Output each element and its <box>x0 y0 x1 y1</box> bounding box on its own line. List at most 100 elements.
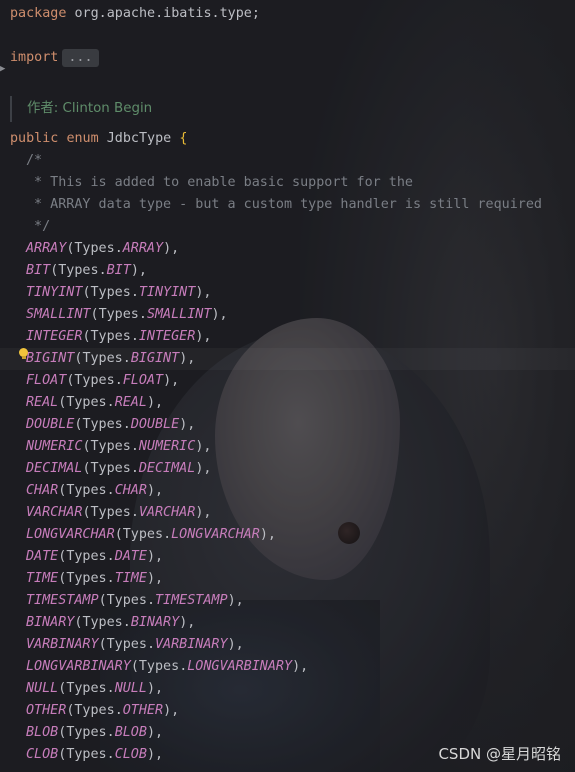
enum-constant-smallint[interactable]: SMALLINT(Types.SMALLINT), <box>26 304 228 326</box>
dot: . <box>106 549 115 564</box>
enum-constant-bit[interactable]: BIT(Types.BIT), <box>26 260 147 282</box>
constant-name: DATE <box>26 549 59 564</box>
types-class-ref: Types <box>66 549 107 564</box>
enum-constant-other[interactable]: OTHER(Types.OTHER), <box>26 700 179 722</box>
types-field-ref: VARBINARY <box>155 637 228 652</box>
enum-constant-tinyint[interactable]: TINYINT(Types.TINYINT), <box>26 282 211 304</box>
types-class-ref: Types <box>98 307 139 322</box>
open-paren: ( <box>98 593 107 608</box>
import-fold-placeholder[interactable]: ... <box>62 49 99 67</box>
types-field-ref: BIT <box>106 263 131 278</box>
enum-name: JdbcType <box>106 131 172 146</box>
open-paren: ( <box>90 307 99 322</box>
enum-constant-char[interactable]: CHAR(Types.CHAR), <box>26 480 163 502</box>
types-field-ref: NULL <box>114 681 147 696</box>
open-paren: ( <box>130 659 139 674</box>
types-class-ref: Types <box>106 637 147 652</box>
constant-name: BLOB <box>26 725 59 740</box>
enum-declaration-line[interactable]: public enum JdbcType { <box>10 128 187 150</box>
constant-name: LONGVARCHAR <box>26 527 115 542</box>
types-class-ref: Types <box>82 615 123 630</box>
enum-constant-longvarbinary[interactable]: LONGVARBINARY(Types.LONGVARBINARY), <box>26 656 308 678</box>
dot: . <box>146 637 155 652</box>
chevron-right-icon[interactable]: ▶ <box>0 58 6 80</box>
package-line[interactable]: package org.apache.ibatis.type; <box>10 3 260 25</box>
enum-constant-varchar[interactable]: VARCHAR(Types.VARCHAR), <box>26 502 211 524</box>
open-paren: ( <box>114 527 123 542</box>
types-field-ref: SMALLINT <box>146 307 212 322</box>
enum-constant-blob[interactable]: BLOB(Types.BLOB), <box>26 722 163 744</box>
constant-name: INTEGER <box>26 329 83 344</box>
enum-constant-integer[interactable]: INTEGER(Types.INTEGER), <box>26 326 211 348</box>
enum-constant-varbinary[interactable]: VARBINARY(Types.VARBINARY), <box>26 634 244 656</box>
types-field-ref: TIMESTAMP <box>155 593 228 608</box>
enum-constant-numeric[interactable]: NUMERIC(Types.NUMERIC), <box>26 436 211 458</box>
types-class-ref: Types <box>58 263 99 278</box>
enum-constant-time[interactable]: TIME(Types.TIME), <box>26 568 163 590</box>
dot: . <box>106 747 115 762</box>
types-field-ref: NUMERIC <box>138 439 196 454</box>
constant-name: CHAR <box>26 483 59 498</box>
constant-name: CLOB <box>26 747 59 762</box>
close-paren-comma: ), <box>195 329 212 344</box>
types-class-ref: Types <box>66 571 107 586</box>
types-class-ref: Types <box>138 659 180 674</box>
types-class-ref: Types <box>90 461 131 476</box>
close-paren-comma: ), <box>146 681 164 696</box>
types-field-ref: TIME <box>114 571 147 586</box>
types-field-ref: LONGVARBINARY <box>187 659 293 674</box>
close-paren-comma: ), <box>163 703 180 718</box>
enum-constant-date[interactable]: DATE(Types.DATE), <box>26 546 163 568</box>
comment-line: */ <box>26 219 51 234</box>
types-class-ref: Types <box>66 681 107 696</box>
types-class-ref: Types <box>122 527 164 542</box>
types-class-ref: Types <box>74 241 115 256</box>
close-paren-comma: ), <box>292 659 309 674</box>
close-paren-comma: ), <box>146 747 164 762</box>
close-paren-comma: ), <box>163 373 180 388</box>
import-line[interactable]: import... <box>10 47 99 69</box>
enum-constant-binary[interactable]: BINARY(Types.BINARY), <box>26 612 195 634</box>
enum-constant-double[interactable]: DOUBLE(Types.DOUBLE), <box>26 414 195 436</box>
types-field-ref: CLOB <box>114 747 147 762</box>
enum-constant-bigint[interactable]: BIGINT(Types.BIGINT), <box>26 348 195 370</box>
enum-constant-array[interactable]: ARRAY(Types.ARRAY), <box>26 238 179 260</box>
enum-constant-clob[interactable]: CLOB(Types.CLOB), <box>26 744 163 766</box>
enum-constant-decimal[interactable]: DECIMAL(Types.DECIMAL), <box>26 458 211 480</box>
lightbulb-icon-base <box>22 356 26 359</box>
close-paren-comma: ), <box>146 483 164 498</box>
types-field-ref: LONGVARCHAR <box>171 527 260 542</box>
types-class-ref: Types <box>90 505 131 520</box>
dot: . <box>130 329 139 344</box>
package-name: org.apache.ibatis.type; <box>74 6 260 21</box>
enum-constant-real[interactable]: REAL(Types.REAL), <box>26 392 163 414</box>
open-brace: { <box>179 131 188 146</box>
close-paren-comma: ), <box>179 351 196 366</box>
dot: . <box>122 351 131 366</box>
types-field-ref: REAL <box>114 395 147 410</box>
close-paren-comma: ), <box>195 505 212 520</box>
close-paren-comma: ), <box>146 725 164 740</box>
close-paren-comma: ), <box>163 241 180 256</box>
dot: . <box>114 241 123 256</box>
constant-name: OTHER <box>26 703 67 718</box>
author-inlay-hint[interactable]: 作者: Clinton Begin <box>10 96 152 122</box>
close-paren-comma: ), <box>211 307 228 322</box>
enum-constant-longvarchar[interactable]: LONGVARCHAR(Types.LONGVARCHAR), <box>26 524 276 546</box>
enum-constant-null[interactable]: NULL(Types.NULL), <box>26 678 163 700</box>
types-class-ref: Types <box>74 373 115 388</box>
dot: . <box>106 571 115 586</box>
close-paren-comma: ), <box>227 593 244 608</box>
code-editor[interactable]: package org.apache.ibatis.type; ▶ import… <box>0 0 575 772</box>
dot: . <box>163 527 172 542</box>
enum-constant-float[interactable]: FLOAT(Types.FLOAT), <box>26 370 179 392</box>
enum-constant-timestamp[interactable]: TIMESTAMP(Types.TIMESTAMP), <box>26 590 244 612</box>
types-field-ref: DATE <box>114 549 147 564</box>
package-keyword: package <box>10 6 67 21</box>
constant-name: VARCHAR <box>26 505 83 520</box>
close-paren-comma: ), <box>146 549 164 564</box>
constant-name: ARRAY <box>26 241 67 256</box>
types-field-ref: VARCHAR <box>138 505 196 520</box>
constant-name: BIGINT <box>26 351 75 366</box>
dot: . <box>122 615 131 630</box>
